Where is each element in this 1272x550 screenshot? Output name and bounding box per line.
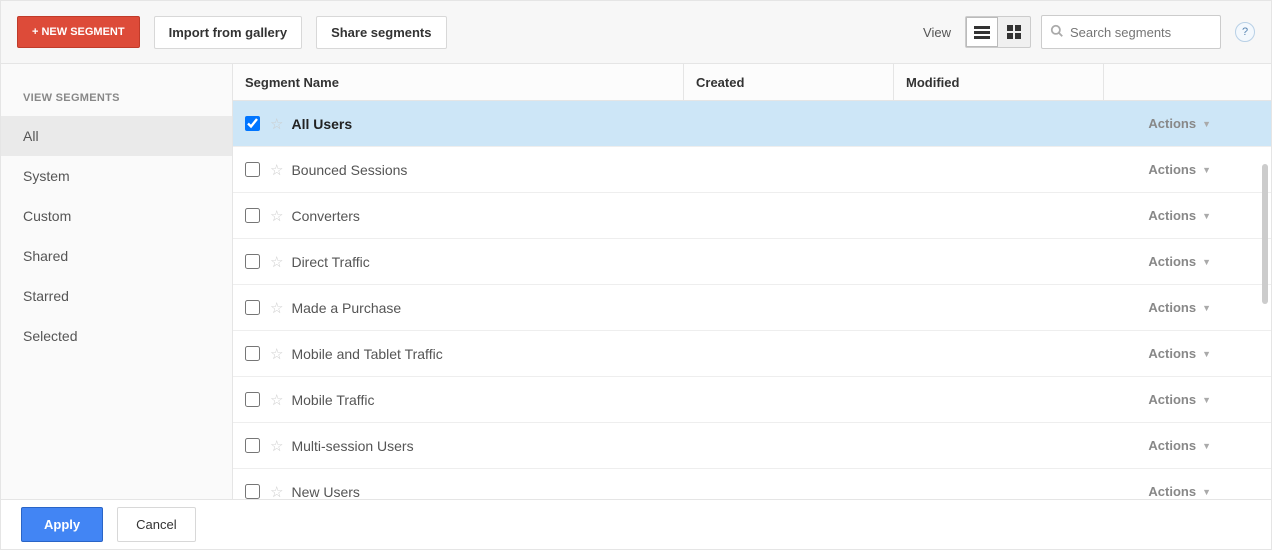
actions-label: Actions	[1148, 208, 1196, 223]
table-row[interactable]: ☆ Bounced Sessions Actions ▼	[233, 147, 1271, 193]
cancel-button[interactable]: Cancel	[117, 507, 195, 542]
table-header: Segment Name Created Modified	[233, 64, 1271, 101]
segment-name: Mobile Traffic	[291, 392, 374, 408]
new-segment-button[interactable]: + NEW SEGMENT	[17, 16, 140, 48]
actions-menu[interactable]: Actions ▼	[1148, 392, 1259, 407]
chevron-down-icon: ▼	[1202, 165, 1211, 175]
segment-name: All Users	[291, 116, 352, 132]
segment-name: New Users	[291, 484, 359, 500]
actions-label: Actions	[1148, 116, 1196, 131]
col-modified[interactable]: Modified	[893, 64, 1103, 100]
table-row[interactable]: ☆ Made a Purchase Actions ▼	[233, 285, 1271, 331]
row-checkbox[interactable]	[245, 346, 260, 361]
star-icon[interactable]: ☆	[270, 207, 283, 225]
actions-label: Actions	[1148, 438, 1196, 453]
segment-table: Segment Name Created Modified ☆ All Users…	[233, 64, 1271, 500]
star-icon[interactable]: ☆	[270, 115, 283, 133]
actions-label: Actions	[1148, 254, 1196, 269]
view-list-button[interactable]	[966, 17, 998, 47]
star-icon[interactable]: ☆	[270, 391, 283, 409]
segment-name: Mobile and Tablet Traffic	[291, 346, 442, 362]
table-body: ☆ All Users Actions ▼ ☆ Bounced Sessions Actio…	[233, 101, 1271, 499]
actions-menu[interactable]: Actions ▼	[1148, 208, 1259, 223]
sidebar-item-starred[interactable]: Starred	[1, 276, 232, 316]
star-icon[interactable]: ☆	[270, 345, 283, 363]
chevron-down-icon: ▼	[1202, 395, 1211, 405]
chevron-down-icon: ▼	[1202, 487, 1211, 497]
actions-label: Actions	[1148, 162, 1196, 177]
grid-icon	[1007, 25, 1021, 39]
share-segments-button[interactable]: Share segments	[316, 16, 446, 49]
chevron-down-icon: ▼	[1202, 441, 1211, 451]
chevron-down-icon: ▼	[1202, 349, 1211, 359]
segment-name: Made a Purchase	[291, 300, 401, 316]
actions-menu[interactable]: Actions ▼	[1148, 116, 1259, 131]
search-icon	[1050, 24, 1064, 41]
table-row[interactable]: ☆ Mobile and Tablet Traffic Actions ▼	[233, 331, 1271, 377]
actions-menu[interactable]: Actions ▼	[1148, 438, 1259, 453]
actions-menu[interactable]: Actions ▼	[1148, 346, 1259, 361]
actions-label: Actions	[1148, 484, 1196, 499]
table-row[interactable]: ☆ All Users Actions ▼	[233, 101, 1271, 147]
col-actions	[1103, 64, 1271, 100]
sidebar-item-system[interactable]: System	[1, 156, 232, 196]
chevron-down-icon: ▼	[1202, 211, 1211, 221]
star-icon[interactable]: ☆	[270, 437, 283, 455]
scrollbar[interactable]	[1262, 164, 1268, 304]
sidebar-header: VIEW SEGMENTS	[1, 92, 232, 116]
toolbar: + NEW SEGMENT Import from gallery Share …	[1, 1, 1271, 64]
table-row[interactable]: ☆ Mobile Traffic Actions ▼	[233, 377, 1271, 423]
search-wrap[interactable]	[1041, 15, 1221, 49]
sidebar-item-all[interactable]: All	[1, 116, 232, 156]
star-icon[interactable]: ☆	[270, 299, 283, 317]
table-row[interactable]: ☆ Converters Actions ▼	[233, 193, 1271, 239]
row-checkbox[interactable]	[245, 438, 260, 453]
footer: Apply Cancel	[1, 499, 1271, 549]
view-label: View	[923, 25, 951, 40]
actions-label: Actions	[1148, 346, 1196, 361]
list-icon	[974, 24, 990, 41]
sidebar-item-shared[interactable]: Shared	[1, 236, 232, 276]
segment-name: Bounced Sessions	[291, 162, 407, 178]
sidebar-item-selected[interactable]: Selected	[1, 316, 232, 356]
row-checkbox[interactable]	[245, 254, 260, 269]
row-checkbox[interactable]	[245, 116, 260, 131]
star-icon[interactable]: ☆	[270, 253, 283, 271]
segment-name: Converters	[291, 208, 359, 224]
table-row[interactable]: ☆ Direct Traffic Actions ▼	[233, 239, 1271, 285]
row-checkbox[interactable]	[245, 392, 260, 407]
star-icon[interactable]: ☆	[270, 483, 283, 500]
search-input[interactable]	[1070, 25, 1212, 40]
col-segment-name[interactable]: Segment Name	[233, 64, 683, 100]
star-icon[interactable]: ☆	[270, 161, 283, 179]
chevron-down-icon: ▼	[1202, 257, 1211, 267]
row-checkbox[interactable]	[245, 300, 260, 315]
chevron-down-icon: ▼	[1202, 119, 1211, 129]
actions-menu[interactable]: Actions ▼	[1148, 484, 1259, 499]
row-checkbox[interactable]	[245, 208, 260, 223]
table-row[interactable]: ☆ New Users Actions ▼	[233, 469, 1271, 499]
chevron-down-icon: ▼	[1202, 303, 1211, 313]
view-grid-button[interactable]	[998, 17, 1030, 47]
actions-label: Actions	[1148, 392, 1196, 407]
actions-menu[interactable]: Actions ▼	[1148, 300, 1259, 315]
table-row[interactable]: ☆ Multi-session Users Actions ▼	[233, 423, 1271, 469]
actions-menu[interactable]: Actions ▼	[1148, 162, 1259, 177]
help-button[interactable]: ?	[1235, 22, 1255, 42]
sidebar: VIEW SEGMENTS AllSystemCustomSharedStarr…	[1, 64, 233, 500]
actions-label: Actions	[1148, 300, 1196, 315]
row-checkbox[interactable]	[245, 484, 260, 499]
sidebar-item-custom[interactable]: Custom	[1, 196, 232, 236]
actions-menu[interactable]: Actions ▼	[1148, 254, 1259, 269]
col-created[interactable]: Created	[683, 64, 893, 100]
import-gallery-button[interactable]: Import from gallery	[154, 16, 302, 49]
segment-name: Direct Traffic	[291, 254, 369, 270]
segment-name: Multi-session Users	[291, 438, 413, 454]
apply-button[interactable]: Apply	[21, 507, 103, 542]
view-toggle	[965, 16, 1031, 48]
row-checkbox[interactable]	[245, 162, 260, 177]
